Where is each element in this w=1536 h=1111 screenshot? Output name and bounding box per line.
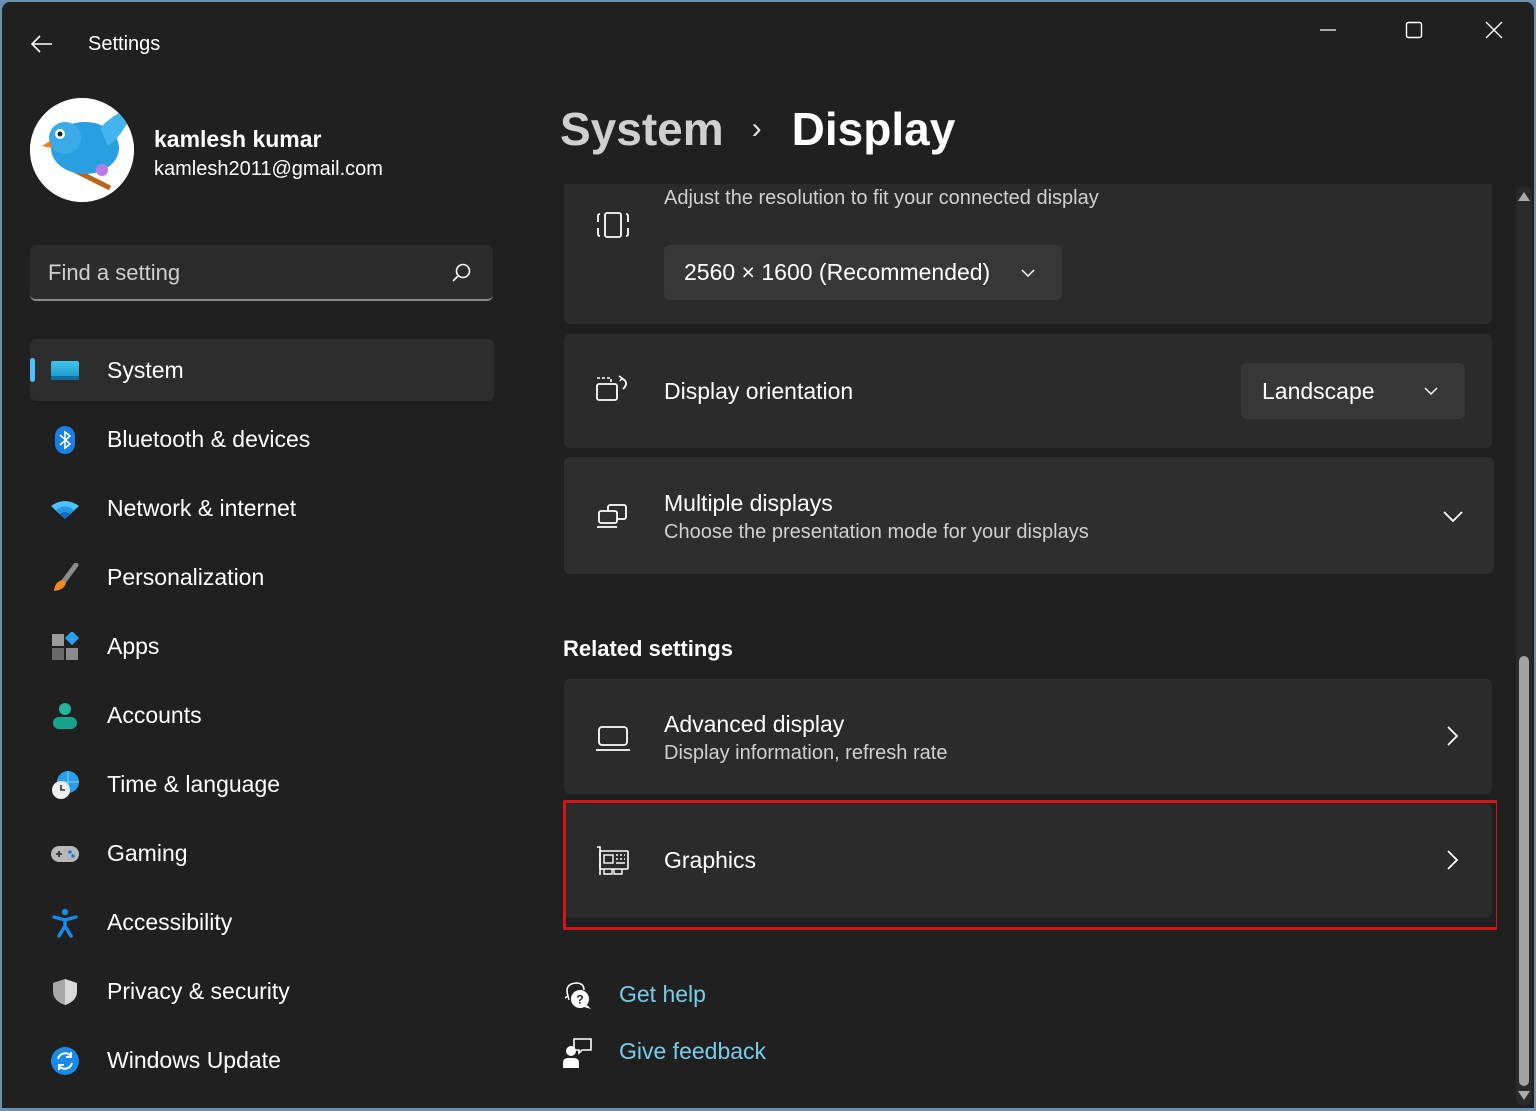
sidebar-item-label: Apps (107, 632, 160, 659)
multiple-displays-icon (597, 504, 627, 528)
sidebar-item-bluetooth[interactable]: Bluetooth & devices (30, 408, 494, 470)
sidebar-item-apps[interactable]: Apps (30, 615, 494, 677)
multiple-displays-subtitle: Choose the presentation mode for your di… (664, 521, 1089, 543)
breadcrumb-parent[interactable]: System (560, 102, 724, 156)
svg-text:?: ? (576, 993, 583, 1007)
close-icon (1485, 21, 1503, 39)
sidebar-item-label: Time & language (107, 770, 281, 797)
sidebar-item-label: Windows Update (107, 1046, 281, 1073)
accessibility-icon (52, 908, 78, 938)
search-icon[interactable] (449, 261, 473, 285)
user-name: kamlesh kumar (154, 126, 322, 152)
back-button[interactable] (24, 26, 60, 62)
orientation-icon (596, 375, 627, 401)
sidebar-item-label: Personalization (107, 563, 265, 590)
sidebar-item-accessibility[interactable]: Accessibility (30, 891, 494, 953)
chevron-right-icon[interactable] (1438, 722, 1466, 750)
bird-avatar-icon (30, 98, 134, 202)
search-box[interactable] (30, 245, 493, 301)
vertical-scrollbar[interactable] (1516, 186, 1532, 1106)
sidebar-item-accounts[interactable]: Accounts (30, 684, 494, 746)
search-input[interactable] (48, 255, 428, 291)
monitor-icon (51, 361, 79, 380)
sidebar-item-network[interactable]: Network & internet (30, 477, 494, 539)
update-icon (51, 1047, 79, 1075)
page-title: Display (791, 103, 956, 155)
advanced-display-title: Advanced display (664, 711, 845, 737)
multiple-displays-card[interactable]: Multiple displays Choose the presentatio… (564, 457, 1494, 574)
breadcrumb-separator: › (751, 112, 762, 145)
paintbrush-icon (54, 563, 79, 591)
chevron-down-icon (1021, 269, 1035, 278)
close-button[interactable] (1464, 12, 1524, 48)
bluetooth-icon (55, 426, 75, 454)
main-content: Adjust the resolution to fit your connec… (562, 184, 1497, 1108)
sidebar-item-label: Privacy & security (107, 977, 290, 1004)
orientation-title: Display orientation (664, 378, 854, 404)
sidebar-item-label: Bluetooth & devices (107, 425, 311, 452)
user-email: kamlesh2011@gmail.com (154, 158, 383, 180)
sidebar-item-label: Accessibility (107, 908, 233, 935)
sidebar-item-label: Accounts (107, 701, 202, 728)
apps-icon (52, 632, 80, 660)
maximize-icon (1405, 21, 1423, 39)
sidebar-item-privacy-security[interactable]: Privacy & security (30, 960, 494, 1022)
avatar[interactable] (30, 98, 134, 202)
graphics-highlight-box (563, 800, 1497, 930)
multiple-displays-title: Multiple displays (664, 490, 833, 516)
scroll-down-arrow-icon[interactable] (1518, 1091, 1530, 1100)
sidebar-item-label: Gaming (107, 839, 188, 866)
help-icon: ? (564, 982, 591, 1009)
back-arrow-icon (30, 35, 52, 53)
give-feedback-label[interactable]: Give feedback (619, 1038, 766, 1065)
sidebar-item-label: Network & internet (107, 494, 297, 521)
advanced-display-subtitle: Display information, refresh rate (664, 742, 948, 764)
minimize-icon (1320, 29, 1336, 31)
resolution-icon (597, 212, 629, 238)
title-bar: Settings (2, 2, 1534, 82)
resolution-subtitle: Adjust the resolution to fit your connec… (664, 187, 1099, 209)
get-help-link[interactable]: ? Get help (562, 980, 762, 1014)
resolution-dropdown[interactable]: 2560 × 1600 (Recommended) (664, 245, 1062, 300)
related-settings-heading: Related settings (563, 636, 733, 661)
display-resolution-card: Adjust the resolution to fit your connec… (564, 184, 1492, 324)
scroll-up-arrow-icon[interactable] (1518, 192, 1530, 201)
sidebar-item-system[interactable]: System (30, 339, 494, 401)
sidebar-item-personalization[interactable]: Personalization (30, 546, 494, 608)
orientation-dropdown[interactable]: Landscape (1241, 363, 1465, 419)
resolution-value: 2560 × 1600 (Recommended) (684, 259, 991, 285)
gamepad-icon (51, 846, 79, 862)
clock-globe-icon (52, 771, 79, 799)
advanced-display-card[interactable]: Advanced display Display information, re… (564, 679, 1492, 794)
scroll-thumb[interactable] (1519, 656, 1529, 1086)
app-title: Settings (88, 33, 161, 55)
give-feedback-link[interactable]: Give feedback (562, 1037, 802, 1071)
orientation-value: Landscape (1262, 377, 1375, 404)
laptop-icon (596, 726, 630, 751)
feedback-icon (563, 1038, 592, 1068)
minimize-button[interactable] (1298, 12, 1358, 48)
maximize-button[interactable] (1384, 12, 1444, 48)
breadcrumb: System › Display (560, 102, 955, 156)
shield-icon (53, 979, 77, 1005)
sidebar-item-time-language[interactable]: Time & language (30, 753, 494, 815)
display-orientation-card: Display orientation Landscape (564, 334, 1492, 448)
wifi-icon (51, 501, 79, 519)
get-help-label[interactable]: Get help (619, 981, 706, 1008)
sidebar-item-label: System (107, 356, 184, 383)
sidebar-nav: System Bluetooth & devices Network & int… (30, 339, 494, 1098)
person-icon (53, 703, 77, 729)
sidebar-item-windows-update[interactable]: Windows Update (30, 1029, 494, 1091)
chevron-down-icon (1424, 387, 1438, 396)
chevron-down-icon[interactable] (1439, 502, 1467, 530)
active-indicator (30, 358, 35, 382)
settings-window: Settings kamlesh kumar kamlesh2011@gmail… (2, 2, 1534, 1108)
sidebar-item-gaming[interactable]: Gaming (30, 822, 494, 884)
